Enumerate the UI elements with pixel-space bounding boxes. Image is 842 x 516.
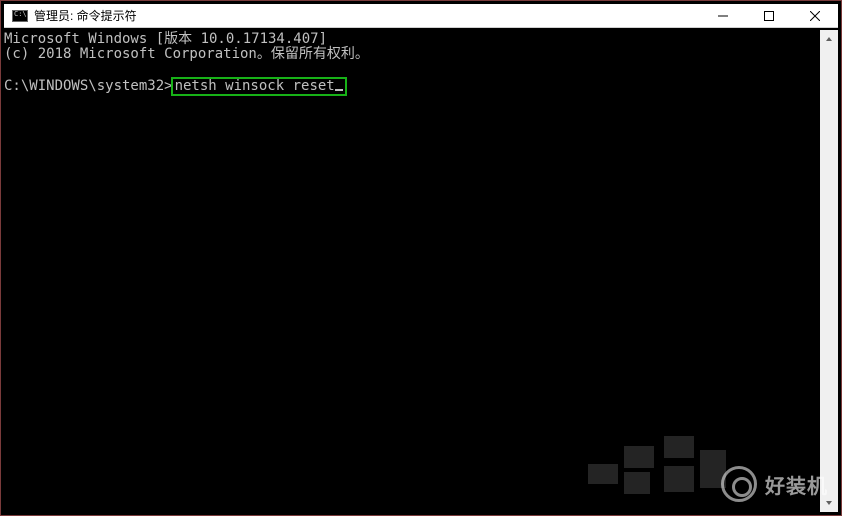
terminal-prompt: C:\WINDOWS\system32> — [4, 78, 173, 94]
terminal-line-1: Microsoft Windows [版本 10.0.17134.407] — [4, 31, 327, 47]
close-button[interactable] — [792, 4, 838, 28]
cursor — [335, 89, 343, 91]
client-area: Microsoft Windows [版本 10.0.17134.407] (c… — [4, 28, 838, 512]
minimize-button[interactable] — [700, 4, 746, 28]
terminal-line-2: (c) 2018 Microsoft Corporation。保留所有权利。 — [4, 46, 369, 62]
screenshot-frame: 管理员: 命令提示符 Microsoft Windows [版本 10.0.17… — [0, 0, 842, 516]
cmd-icon — [12, 10, 28, 22]
scroll-up-button[interactable] — [820, 30, 838, 48]
vertical-scrollbar[interactable] — [820, 30, 838, 512]
typed-command: netsh winsock reset — [175, 78, 335, 94]
titlebar[interactable]: 管理员: 命令提示符 — [4, 4, 838, 28]
window-title: 管理员: 命令提示符 — [34, 7, 137, 24]
cmd-window: 管理员: 命令提示符 Microsoft Windows [版本 10.0.17… — [4, 4, 838, 512]
maximize-button[interactable] — [746, 4, 792, 28]
scroll-track[interactable] — [820, 48, 838, 494]
command-highlight: netsh winsock reset — [171, 77, 347, 96]
terminal[interactable]: Microsoft Windows [版本 10.0.17134.407] (c… — [4, 30, 820, 512]
scroll-down-button[interactable] — [820, 494, 838, 512]
